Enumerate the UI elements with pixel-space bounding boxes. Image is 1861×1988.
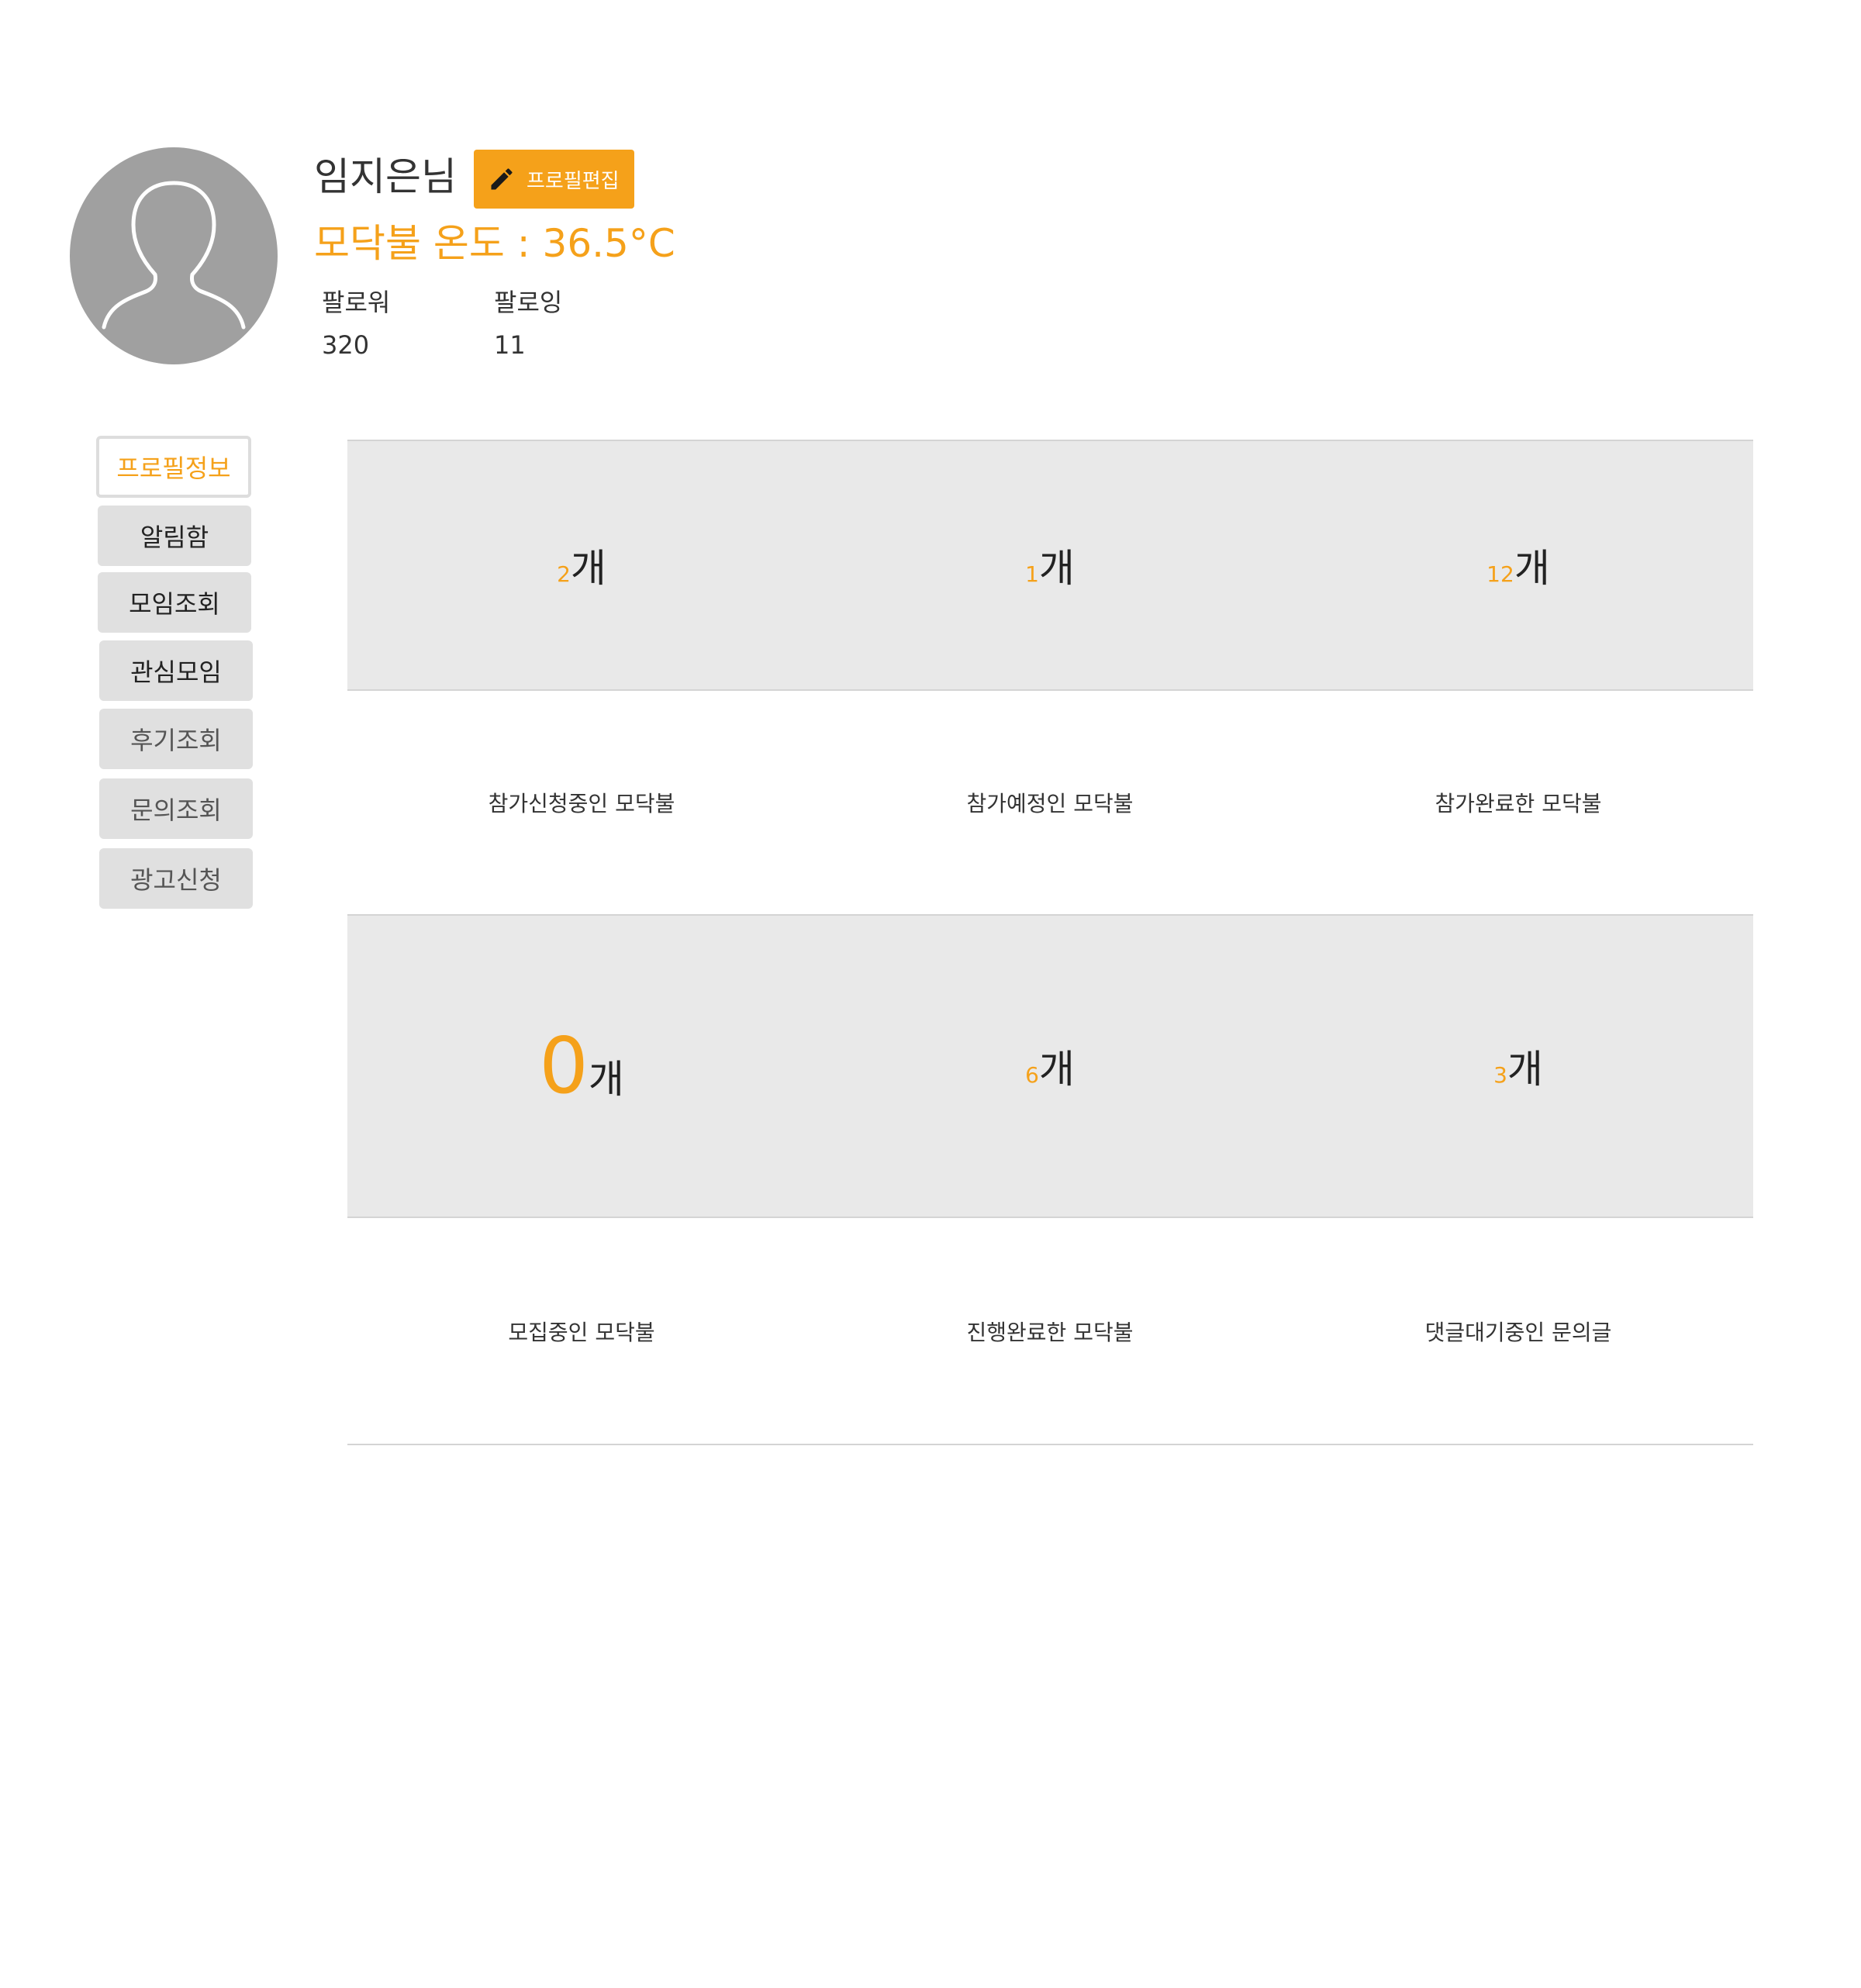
stat-pending-inquiry-label-cell: 댓글대기중인 문의글 <box>1284 1218 1752 1444</box>
stat-number: 0 <box>539 1020 589 1111</box>
stat-label: 참가예정인 모닥불 <box>966 791 1134 816</box>
menu-interest-meetings[interactable]: 관심모임 <box>99 640 253 701</box>
user-silhouette-icon <box>102 181 246 330</box>
menu-inquiry-lookup[interactable]: 문의조회 <box>99 778 253 839</box>
stat-scheduled-count[interactable]: 1개 <box>816 441 1284 689</box>
stat-recruiting-count[interactable]: 0개 <box>347 916 816 1217</box>
menu-notifications[interactable]: 알림함 <box>98 506 251 566</box>
stat-completed-label-cell: 참가완료한 모닥불 <box>1284 691 1752 914</box>
menu-ad-request[interactable]: 광고신청 <box>99 848 253 909</box>
edit-profile-label: 프로필편집 <box>527 169 620 193</box>
stat-number: 3 <box>1493 1062 1507 1088</box>
stats-row2-labels: 모집중인 모닥불 진행완료한 모닥불 댓글대기중인 문의글 <box>347 1218 1753 1444</box>
following-stat[interactable]: 팔로잉 11 <box>494 287 562 361</box>
followers-stat[interactable]: 팔로워 320 <box>322 287 390 361</box>
campfire-temperature: 모닥불 온도 : 36.5°C <box>314 221 675 266</box>
stats-row1-counts: 2개 1개 12 개 <box>347 440 1753 691</box>
stat-label: 댓글대기중인 문의글 <box>1424 1320 1612 1345</box>
edit-profile-button[interactable]: 프로필편집 <box>474 150 634 209</box>
following-label: 팔로잉 <box>494 288 563 317</box>
stat-number: 1 <box>1025 561 1039 587</box>
followers-count: 320 <box>322 330 370 360</box>
stat-number: 6 <box>1025 1062 1039 1088</box>
stat-applying-count[interactable]: 2개 <box>347 441 816 689</box>
stat-unit: 개 <box>1038 546 1075 591</box>
stat-applying-label-cell: 참가신청중인 모닥불 <box>347 691 816 914</box>
stat-unit: 개 <box>588 1057 624 1102</box>
stat-recruiting-label-cell: 모집중인 모닥불 <box>347 1218 816 1444</box>
stat-finished-count[interactable]: 6개 <box>816 916 1284 1217</box>
stat-finished-label-cell: 진행완료한 모닥불 <box>816 1218 1284 1444</box>
menu-profile-info[interactable]: 프로필정보 <box>96 436 251 498</box>
avatar <box>70 147 278 364</box>
stat-unit: 개 <box>570 546 606 591</box>
user-name: 임지은님 <box>314 154 457 199</box>
stats-bottom-divider <box>347 1444 1753 1445</box>
menu-review-lookup[interactable]: 후기조회 <box>99 709 253 769</box>
stat-label: 진행완료한 모닥불 <box>966 1320 1134 1345</box>
menu-meeting-lookup[interactable]: 모임조회 <box>98 572 251 633</box>
stat-scheduled-label-cell: 참가예정인 모닥불 <box>816 691 1284 914</box>
pencil-icon <box>491 168 513 190</box>
stat-completed-count[interactable]: 12 개 <box>1284 441 1752 689</box>
stats-row2-counts: 0개 6개 3개 <box>347 914 1753 1218</box>
followers-label: 팔로워 <box>322 288 391 317</box>
following-count: 11 <box>494 330 526 360</box>
stat-unit: 개 <box>1514 546 1550 591</box>
stat-label: 참가완료한 모닥불 <box>1435 791 1602 816</box>
stat-label: 모집중인 모닥불 <box>508 1320 655 1345</box>
stats-row1-labels: 참가신청중인 모닥불 참가예정인 모닥불 참가완료한 모닥불 <box>347 691 1753 914</box>
stat-unit: 개 <box>1507 1047 1543 1092</box>
stat-number: 12 <box>1486 561 1514 587</box>
stat-pending-inquiry-count[interactable]: 3개 <box>1284 916 1752 1217</box>
stat-label: 참가신청중인 모닥불 <box>488 791 675 816</box>
stat-number: 2 <box>557 561 571 587</box>
stat-unit: 개 <box>1038 1047 1075 1092</box>
